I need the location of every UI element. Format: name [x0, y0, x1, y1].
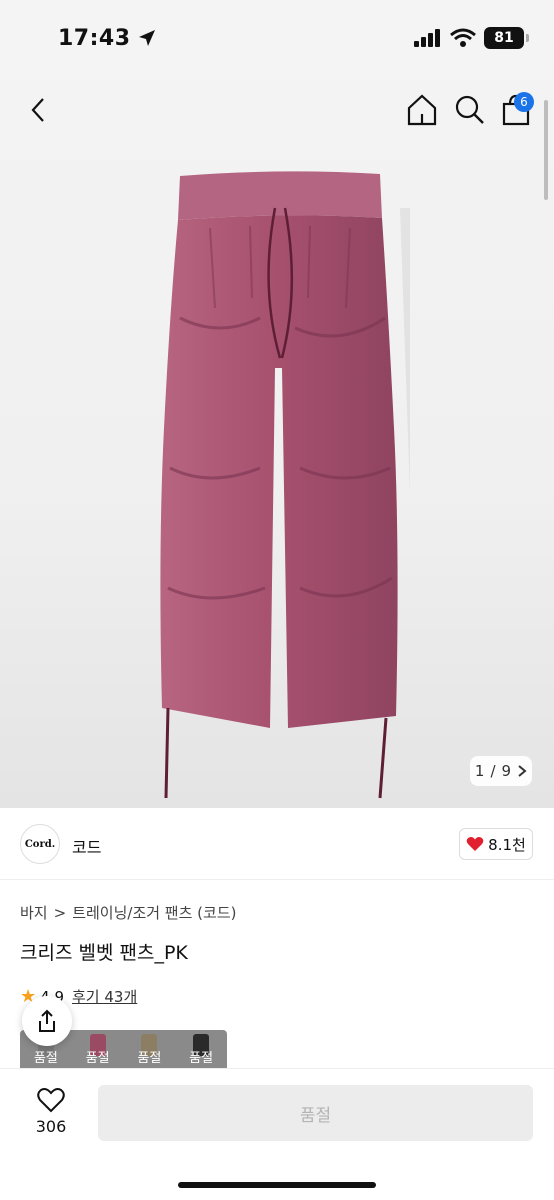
swatch-status: 품절: [33, 1051, 58, 1066]
breadcrumb-separator: >: [53, 903, 67, 922]
brand-logo[interactable]: Cord.: [20, 824, 60, 864]
top-navigation: [0, 80, 554, 140]
brand-row[interactable]: Cord. 코드 8.1천: [0, 808, 554, 880]
brand-like-button[interactable]: 8.1천: [459, 828, 533, 860]
chevron-right-icon: [518, 765, 527, 777]
home-icon: [407, 94, 437, 126]
home-indicator[interactable]: [178, 1182, 376, 1188]
status-bar: 17:43 81: [0, 0, 554, 76]
wishlist-count: 306: [35, 1117, 67, 1136]
heart-outline-icon: [37, 1088, 65, 1113]
heart-filled-icon: [466, 837, 484, 851]
status-indicators: 81: [414, 27, 529, 49]
chevron-left-icon: [31, 98, 44, 122]
status-time: 17:43: [58, 25, 131, 51]
location-arrow-icon: [138, 30, 155, 46]
buy-button[interactable]: 품절: [98, 1085, 533, 1141]
wifi-icon: [450, 28, 476, 47]
gallery-total: 9: [501, 762, 512, 780]
brand-name[interactable]: 코드: [72, 834, 101, 858]
home-button[interactable]: [404, 92, 440, 128]
battery-level: 81: [494, 30, 514, 46]
swatch-option[interactable]: 품절: [124, 1030, 176, 1068]
gallery-page-counter[interactable]: 1 / 9: [470, 756, 532, 786]
back-button[interactable]: [22, 92, 54, 128]
search-button[interactable]: [452, 92, 488, 128]
battery-indicator: 81: [484, 27, 529, 49]
swatch-status: 품절: [85, 1051, 110, 1066]
breadcrumb: 바지 > 트레이닝/조거 팬츠 (코드): [20, 902, 236, 923]
signal-icon: [414, 29, 440, 47]
breadcrumb-root[interactable]: 바지: [20, 902, 48, 923]
scrollbar[interactable]: [544, 100, 548, 200]
share-icon: [39, 1009, 55, 1032]
search-icon: [455, 95, 484, 124]
gallery-separator: /: [490, 762, 496, 780]
breadcrumb-category[interactable]: 트레이닝/조거 팬츠 (코드): [72, 902, 236, 923]
product-title: 크리즈 벨벳 팬츠_PK: [20, 942, 188, 964]
cart-count-badge: 6: [514, 92, 534, 112]
bottom-action-bar: 306 품절: [0, 1068, 554, 1200]
swatch-status: 품절: [137, 1051, 162, 1066]
reviews-link[interactable]: 후기 43개: [72, 986, 137, 1007]
status-time-group: 17:43: [58, 26, 157, 51]
swatch-status: 품절: [189, 1051, 214, 1066]
product-image: [160, 171, 410, 799]
swatch-option[interactable]: 품절: [72, 1030, 124, 1068]
share-button[interactable]: [22, 996, 72, 1046]
gallery-current: 1: [474, 762, 485, 780]
swatch-option[interactable]: 품절: [175, 1030, 227, 1068]
brand-likes-count: 8.1천: [488, 835, 526, 854]
wishlist-button[interactable]: 306: [20, 1087, 82, 1136]
